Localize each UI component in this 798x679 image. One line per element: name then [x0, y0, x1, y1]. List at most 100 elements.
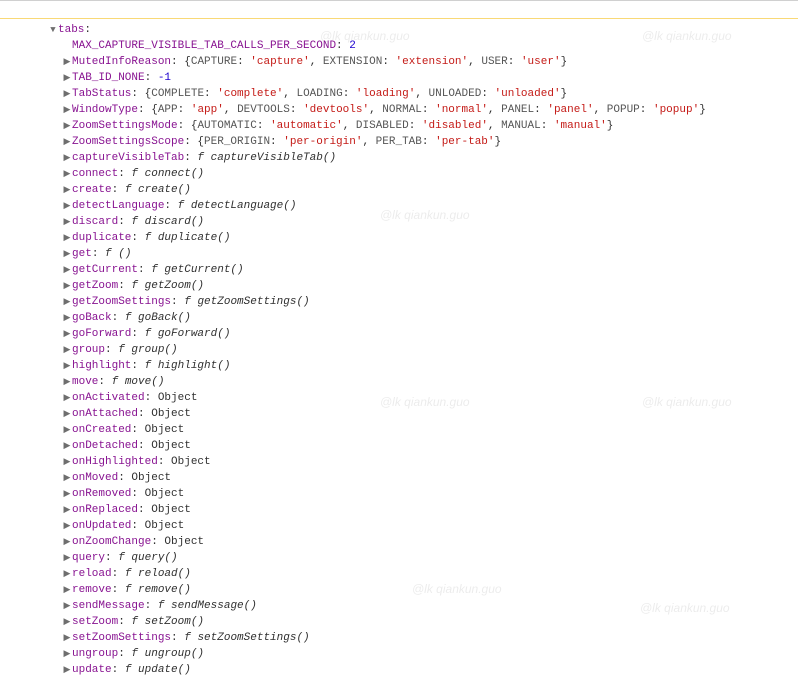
disclosure-triangle-closed-icon[interactable] — [62, 294, 72, 310]
function-name: create() — [138, 184, 191, 196]
disclosure-triangle-closed-icon[interactable] — [62, 502, 72, 518]
disclosure-triangle-closed-icon[interactable] — [62, 230, 72, 246]
disclosure-triangle-closed-icon[interactable] — [62, 70, 72, 86]
tree-row[interactable]: query: f query() — [62, 550, 706, 566]
disclosure-triangle-closed-icon[interactable] — [62, 326, 72, 342]
tree-row[interactable]: onRemoved: Object — [62, 486, 706, 502]
tree-row[interactable]: setZoomSettings: f setZoomSettings() — [62, 630, 706, 646]
object-tree[interactable]: tabs:MAX_CAPTURE_VISIBLE_TAB_CALLS_PER_S… — [0, 22, 706, 678]
disclosure-triangle-closed-icon[interactable] — [62, 54, 72, 70]
disclosure-triangle-open-icon[interactable] — [48, 22, 58, 38]
disclosure-triangle-closed-icon[interactable] — [62, 86, 72, 102]
colon: : — [131, 360, 144, 372]
tree-row[interactable]: onReplaced: Object — [62, 502, 706, 518]
enum-value: 'per-origin' — [283, 136, 362, 148]
tree-row[interactable]: move: f move() — [62, 374, 706, 390]
disclosure-triangle-closed-icon[interactable] — [62, 454, 72, 470]
disclosure-triangle-closed-icon[interactable] — [62, 246, 72, 262]
tree-row[interactable]: discard: f discard() — [62, 214, 706, 230]
property-key: TAB_ID_NONE — [72, 72, 145, 84]
disclosure-triangle-closed-icon[interactable] — [62, 582, 72, 598]
tree-row[interactable]: onAttached: Object — [62, 406, 706, 422]
disclosure-triangle-closed-icon[interactable] — [62, 342, 72, 358]
tree-row[interactable]: remove: f remove() — [62, 582, 706, 598]
tree-row[interactable]: onHighlighted: Object — [62, 454, 706, 470]
disclosure-triangle-closed-icon[interactable] — [62, 662, 72, 678]
tree-row[interactable]: MutedInfoReason: {CAPTURE: 'capture', EX… — [62, 54, 706, 70]
tree-row[interactable]: onActivated: Object — [62, 390, 706, 406]
disclosure-triangle-closed-icon[interactable] — [62, 358, 72, 374]
comma: , — [310, 56, 323, 68]
function-name: getZoom() — [145, 280, 204, 292]
disclosure-triangle-closed-icon[interactable] — [62, 310, 72, 326]
disclosure-triangle-closed-icon[interactable] — [62, 630, 72, 646]
tree-row[interactable]: highlight: f highlight() — [62, 358, 706, 374]
tree-row[interactable]: onUpdated: Object — [62, 518, 706, 534]
disclosure-triangle-closed-icon[interactable] — [62, 566, 72, 582]
tree-row[interactable]: onMoved: Object — [62, 470, 706, 486]
disclosure-triangle-closed-icon[interactable] — [62, 518, 72, 534]
tree-row[interactable]: create: f create() — [62, 182, 706, 198]
colon: : — [112, 184, 125, 196]
tree-row[interactable]: ZoomSettingsMode: {AUTOMATIC: 'automatic… — [62, 118, 706, 134]
tree-row[interactable]: ZoomSettingsScope: {PER_ORIGIN: 'per-ori… — [62, 134, 706, 150]
disclosure-triangle-closed-icon[interactable] — [62, 534, 72, 550]
tree-row[interactable]: update: f update() — [62, 662, 706, 678]
disclosure-triangle-closed-icon[interactable] — [62, 214, 72, 230]
tree-row[interactable]: onZoomChange: Object — [62, 534, 706, 550]
property-key: setZoomSettings — [72, 632, 171, 644]
tree-row[interactable]: goForward: f goForward() — [62, 326, 706, 342]
enum-key: NORMAL — [382, 104, 422, 116]
colon: : — [237, 56, 250, 68]
disclosure-triangle-closed-icon[interactable] — [62, 470, 72, 486]
tree-row[interactable]: onDetached: Object — [62, 438, 706, 454]
tree-row[interactable]: ungroup: f ungroup() — [62, 646, 706, 662]
disclosure-triangle-closed-icon[interactable] — [62, 166, 72, 182]
tree-row[interactable]: setZoom: f setZoom() — [62, 614, 706, 630]
disclosure-triangle-closed-icon[interactable] — [62, 614, 72, 630]
disclosure-triangle-closed-icon[interactable] — [62, 118, 72, 134]
disclosure-triangle-closed-icon[interactable] — [62, 134, 72, 150]
tree-row[interactable]: detectLanguage: f detectLanguage() — [62, 198, 706, 214]
property-key: goForward — [72, 328, 131, 340]
tree-row[interactable]: get: f () — [62, 246, 706, 262]
disclosure-triangle-closed-icon[interactable] — [62, 486, 72, 502]
disclosure-triangle-closed-icon[interactable] — [62, 374, 72, 390]
tree-row[interactable]: WindowType: {APP: 'app', DEVTOOLS: 'devt… — [62, 102, 706, 118]
tree-row[interactable]: getZoomSettings: f getZoomSettings() — [62, 294, 706, 310]
disclosure-triangle-closed-icon[interactable] — [62, 390, 72, 406]
tree-row[interactable]: connect: f connect() — [62, 166, 706, 182]
disclosure-triangle-closed-icon[interactable] — [62, 182, 72, 198]
tree-row[interactable]: MAX_CAPTURE_VISIBLE_TAB_CALLS_PER_SECOND… — [72, 38, 706, 54]
tree-row[interactable]: captureVisibleTab: f captureVisibleTab() — [62, 150, 706, 166]
tree-row[interactable]: reload: f reload() — [62, 566, 706, 582]
disclosure-triangle-closed-icon[interactable] — [62, 422, 72, 438]
colon: : — [640, 104, 653, 116]
tree-row[interactable]: getZoom: f getZoom() — [62, 278, 706, 294]
tree-row[interactable]: TAB_ID_NONE: -1 — [62, 70, 706, 86]
function-f-icon: f — [184, 296, 197, 308]
disclosure-triangle-closed-icon[interactable] — [62, 406, 72, 422]
function-name: getCurrent() — [164, 264, 243, 276]
disclosure-triangle-closed-icon[interactable] — [62, 198, 72, 214]
tree-row[interactable]: tabs: — [48, 22, 706, 38]
tree-row[interactable]: TabStatus: {COMPLETE: 'complete', LOADIN… — [62, 86, 706, 102]
disclosure-triangle-closed-icon[interactable] — [62, 278, 72, 294]
disclosure-triangle-closed-icon[interactable] — [62, 102, 72, 118]
disclosure-triangle-closed-icon[interactable] — [62, 438, 72, 454]
brace: } — [561, 56, 568, 68]
tree-row[interactable]: goBack: f goBack() — [62, 310, 706, 326]
colon: : — [118, 216, 131, 228]
tree-row[interactable]: duplicate: f duplicate() — [62, 230, 706, 246]
function-name: query() — [131, 552, 177, 564]
function-f-icon: f — [112, 376, 125, 388]
disclosure-triangle-closed-icon[interactable] — [62, 150, 72, 166]
disclosure-triangle-closed-icon[interactable] — [62, 646, 72, 662]
tree-row[interactable]: group: f group() — [62, 342, 706, 358]
disclosure-triangle-closed-icon[interactable] — [62, 550, 72, 566]
tree-row[interactable]: onCreated: Object — [62, 422, 706, 438]
disclosure-triangle-closed-icon[interactable] — [62, 262, 72, 278]
disclosure-triangle-closed-icon[interactable] — [62, 598, 72, 614]
tree-row[interactable]: sendMessage: f sendMessage() — [62, 598, 706, 614]
tree-row[interactable]: getCurrent: f getCurrent() — [62, 262, 706, 278]
